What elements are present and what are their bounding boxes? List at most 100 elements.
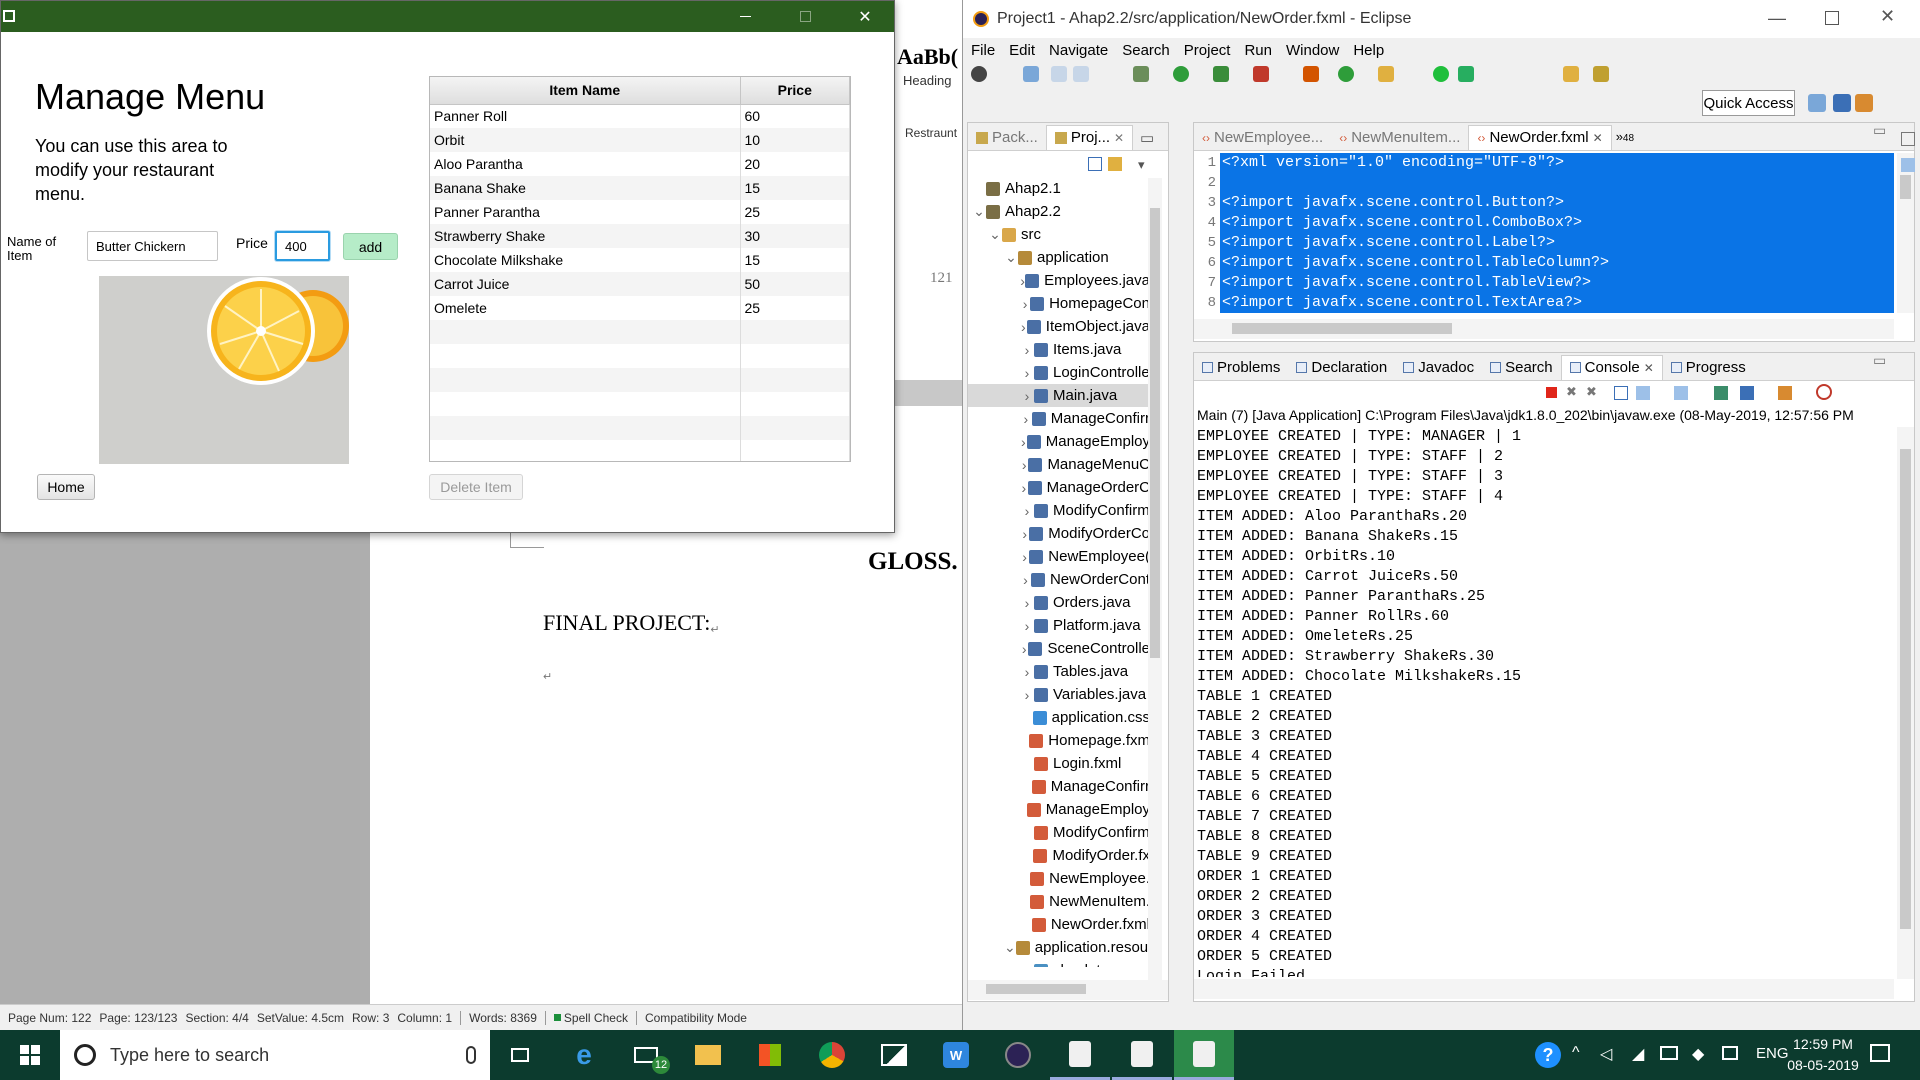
new-icon[interactable]: [971, 66, 987, 82]
tree-item[interactable]: › Employees.java: [968, 269, 1150, 292]
quick-access-input[interactable]: Quick Access: [1702, 90, 1795, 116]
tree-item[interactable]: NewOrder.fxml: [968, 913, 1150, 936]
chevron-right-icon[interactable]: ›: [1020, 641, 1028, 657]
code-line[interactable]: 2: [1194, 173, 1894, 193]
close-icon[interactable]: ✕: [1644, 361, 1654, 375]
tree-item[interactable]: ManageConfirr: [968, 775, 1150, 798]
debug-icon[interactable]: [1133, 66, 1149, 82]
table-row[interactable]: Orbit 10: [430, 128, 850, 152]
coverage-icon[interactable]: [1213, 66, 1229, 82]
tree-item[interactable]: Ahap2.1: [968, 177, 1150, 200]
menu-edit[interactable]: Edit: [1009, 42, 1035, 59]
spell-check-status[interactable]: Spell Check: [553, 1011, 628, 1025]
xml-editor[interactable]: 1 <?xml version="1.0" encoding="UTF-8"?> 2…: [1194, 153, 1894, 313]
open-icon[interactable]: [1023, 66, 1039, 82]
keyboard-icon[interactable]: [1722, 1046, 1738, 1060]
view-menu-icon[interactable]: ▾: [1138, 157, 1145, 173]
tree-item[interactable]: ManageEmploy: [968, 798, 1150, 821]
chevron-right-icon[interactable]: ›: [1020, 664, 1034, 680]
wps-button[interactable]: W: [926, 1030, 986, 1080]
microphone-icon[interactable]: [466, 1046, 476, 1064]
tree-item[interactable]: ModifyConfirm: [968, 821, 1150, 844]
console-settings-icon[interactable]: [1816, 384, 1832, 400]
mail-button[interactable]: 12: [616, 1030, 676, 1080]
tree-item[interactable]: › ManageEmploy: [968, 430, 1150, 453]
file-explorer-button[interactable]: [678, 1030, 738, 1080]
edge-button[interactable]: e: [554, 1030, 614, 1080]
menu-run[interactable]: Run: [1244, 42, 1272, 59]
minimize-view-icon[interactable]: ▭: [1140, 129, 1154, 147]
chevron-right-icon[interactable]: ›: [1020, 572, 1031, 588]
terminate-icon[interactable]: [1546, 387, 1557, 398]
tab-problems[interactable]: Problems: [1194, 359, 1288, 380]
chevron-right-icon[interactable]: ›: [1020, 457, 1028, 473]
chevron-right-icon[interactable]: ›: [1020, 342, 1034, 358]
tab-package-explorer[interactable]: Pack...: [968, 129, 1046, 150]
tree-item[interactable]: › SceneControlle: [968, 637, 1150, 660]
table-row[interactable]: Chocolate Milkshake 15: [430, 248, 850, 272]
tree-item[interactable]: choclate.png: [968, 959, 1150, 967]
chevron-down-icon[interactable]: ⌄: [1004, 939, 1016, 956]
restore-icon[interactable]: [1901, 132, 1915, 146]
code-line[interactable]: 6 <?import javafx.scene.control.TableColu…: [1194, 253, 1894, 273]
tree-item[interactable]: › Items.java: [968, 338, 1150, 361]
clock[interactable]: 12:59 PM 08-05-2019: [1770, 1034, 1876, 1076]
mark-icon[interactable]: [1433, 66, 1449, 82]
tree-item[interactable]: ⌄ application: [968, 246, 1150, 269]
chevron-right-icon[interactable]: ›: [1020, 434, 1027, 450]
code-line[interactable]: 7 <?import javafx.scene.control.TableView…: [1194, 273, 1894, 293]
eclipse-title-bar[interactable]: Project1 - Ahap2.2/src/application/NewOr…: [963, 0, 1920, 38]
explorer-scrollbar[interactable]: [1148, 178, 1162, 988]
menu-project[interactable]: Project: [1184, 42, 1231, 59]
minimize-icon[interactable]: —: [1768, 8, 1786, 29]
tree-item[interactable]: › LoginControlle: [968, 361, 1150, 384]
save-all-icon[interactable]: [1073, 66, 1089, 82]
tree-item[interactable]: › NewOrderCont: [968, 568, 1150, 591]
table-row[interactable]: Strawberry Shake 30: [430, 224, 850, 248]
code-line[interactable]: 3 <?import javafx.scene.control.Button?>: [1194, 193, 1894, 213]
tab-search[interactable]: Search: [1482, 359, 1561, 380]
help-icon[interactable]: ?: [1535, 1042, 1561, 1068]
tab-declaration[interactable]: Declaration: [1288, 359, 1395, 380]
editor-minimize-icon[interactable]: ▭: [1873, 122, 1886, 139]
tree-item[interactable]: › Main.java: [968, 384, 1150, 407]
chevron-right-icon[interactable]: ›: [1020, 503, 1034, 519]
java-perspective-icon[interactable]: [1855, 94, 1873, 112]
menu-table[interactable]: Item Name Price Panner Roll 60 Orbit 10 Aloo…: [429, 76, 851, 462]
close-icon[interactable]: ✕: [1593, 131, 1603, 145]
scroll-lock-icon[interactable]: [1636, 386, 1650, 400]
code-line[interactable]: 8 <?import javafx.scene.control.TextArea?…: [1194, 293, 1894, 313]
start-button[interactable]: [0, 1030, 60, 1080]
new-java-project-icon[interactable]: [1303, 66, 1319, 82]
editor-tab[interactable]: ‹› NewMenuItem...: [1331, 129, 1468, 150]
column-header-price[interactable]: Price: [740, 77, 850, 105]
java-button-3[interactable]: [1174, 1030, 1234, 1080]
item-name-input[interactable]: Butter Chickern: [87, 231, 218, 261]
table-row[interactable]: Banana Shake 15: [430, 176, 850, 200]
table-row[interactable]: Panner Roll 60: [430, 104, 850, 128]
menu-help[interactable]: Help: [1353, 42, 1384, 59]
remove-all-icon[interactable]: ✖: [1586, 384, 1597, 400]
tree-item[interactable]: › Platform.java: [968, 614, 1150, 637]
save-icon[interactable]: [1051, 66, 1067, 82]
open-type-icon[interactable]: [1378, 66, 1394, 82]
delete-item-button[interactable]: Delete Item: [429, 474, 523, 500]
chevron-right-icon[interactable]: ›: [1020, 388, 1034, 404]
pin-console-icon[interactable]: [1714, 386, 1728, 400]
price-input[interactable]: 400: [275, 231, 330, 261]
console-scrollbar[interactable]: [1897, 427, 1914, 979]
remove-launch-icon[interactable]: ✖: [1566, 384, 1577, 400]
tab-project-explorer[interactable]: Proj... ✕: [1045, 125, 1134, 150]
notifications-icon[interactable]: [1870, 1044, 1890, 1062]
store-button[interactable]: [740, 1030, 800, 1080]
open-console-icon[interactable]: [1778, 386, 1792, 400]
tree-item[interactable]: ModifyOrder.fx: [968, 844, 1150, 867]
tree-item[interactable]: ⌄ src: [968, 223, 1150, 246]
minimize-button[interactable]: [715, 1, 775, 32]
tree-item[interactable]: NewMenuItem.: [968, 890, 1150, 913]
table-row[interactable]: Aloo Parantha 20: [430, 152, 850, 176]
tree-item[interactable]: ⌄ application.resour: [968, 936, 1153, 959]
editor-tab[interactable]: ‹› NewEmployee...: [1194, 129, 1331, 150]
menu-file[interactable]: File: [971, 42, 995, 59]
chrome-button[interactable]: [802, 1030, 862, 1080]
